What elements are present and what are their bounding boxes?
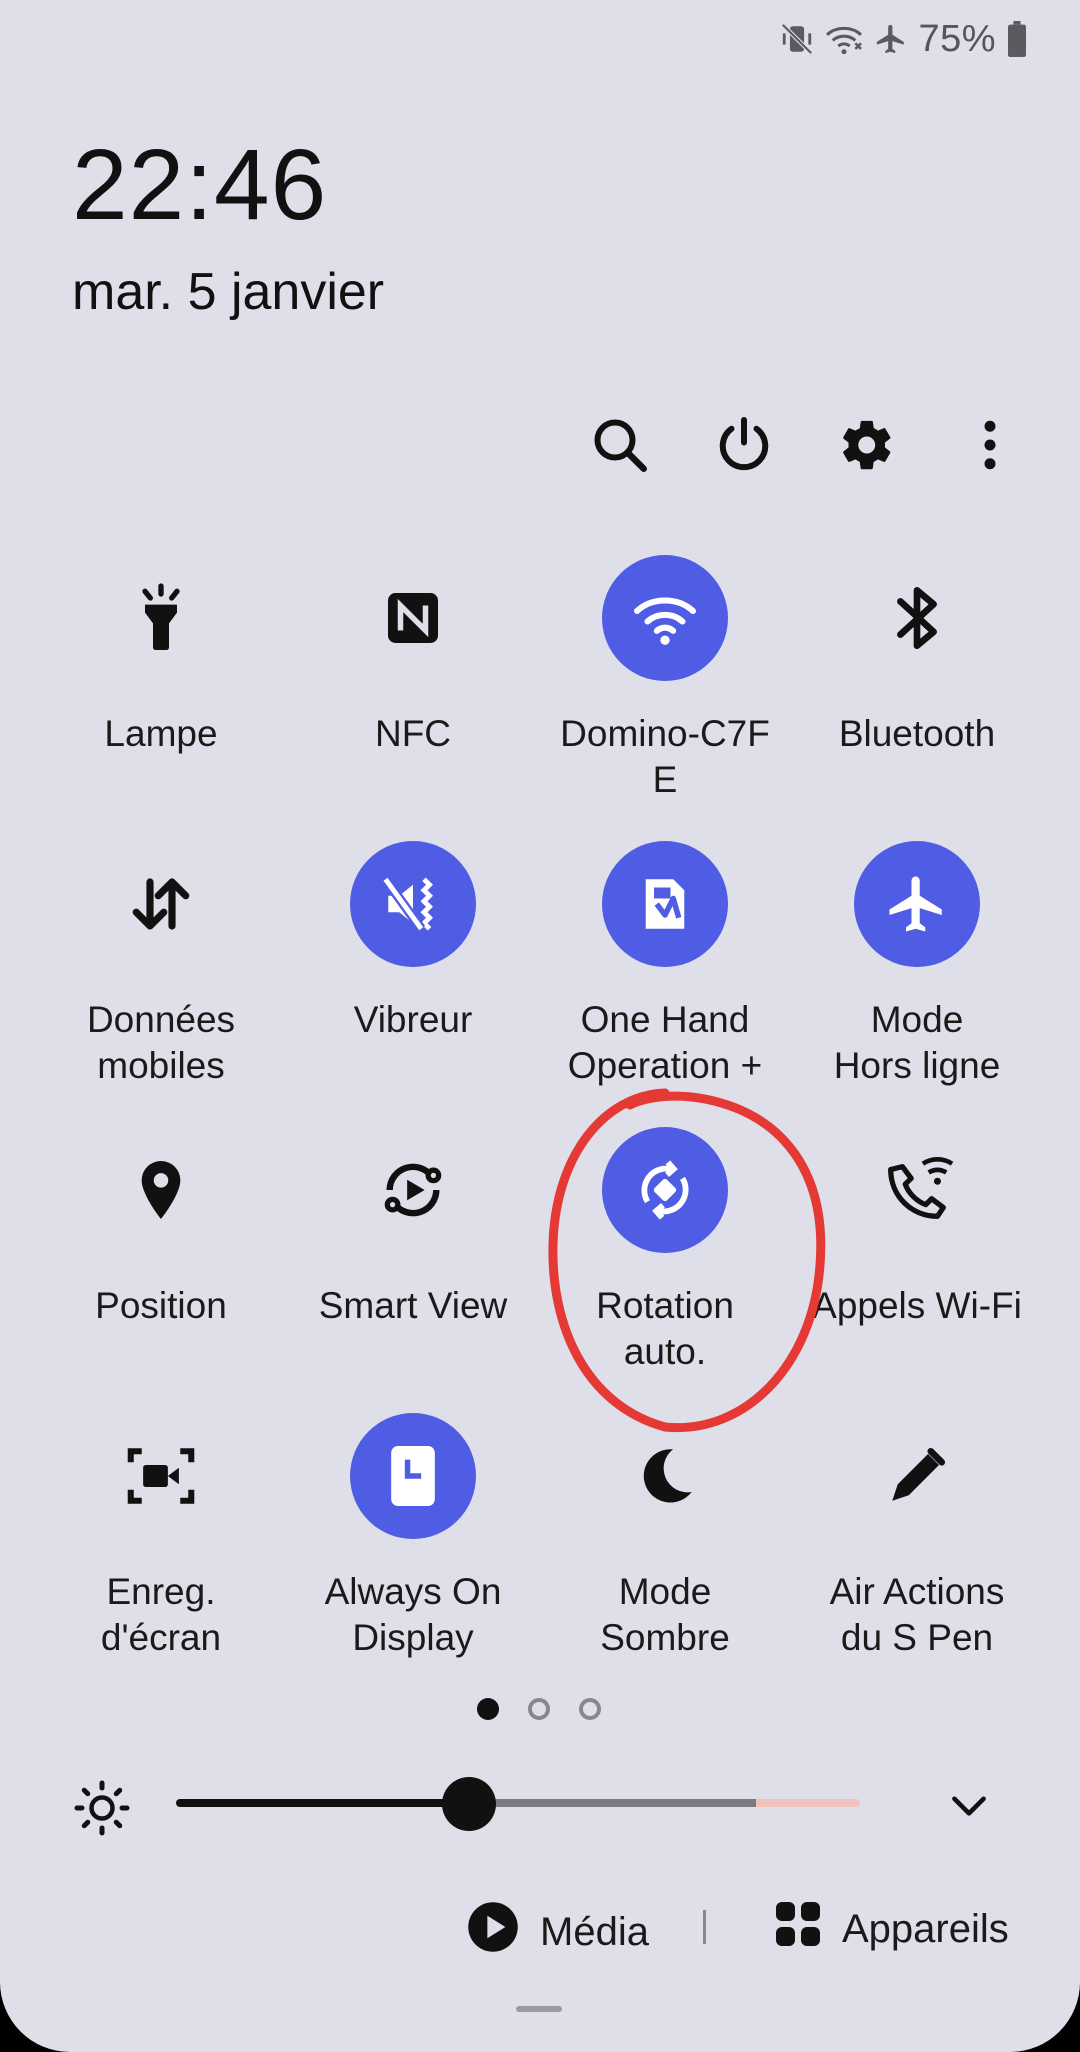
tile-mode-sombre[interactable]: Mode Sombre xyxy=(540,1413,790,1661)
tile-rotation-auto[interactable]: Rotation auto. xyxy=(540,1127,790,1375)
vibrate-icon xyxy=(350,841,476,967)
bottom-links: Média Appareils xyxy=(0,1898,1080,1958)
brightness-control xyxy=(0,1772,1080,1836)
clock-time: 22:46 xyxy=(72,129,328,241)
clock-date: mar. 5 janvier xyxy=(72,263,385,321)
nfc-icon xyxy=(350,555,476,681)
tile-lampe[interactable]: Lampe xyxy=(36,555,286,757)
battery-icon xyxy=(1006,21,1028,57)
vibrate-mute-icon xyxy=(780,22,814,56)
tile-enreg-ecran[interactable]: Enreg. d'écran xyxy=(36,1413,286,1661)
mobile-data-icon xyxy=(98,841,224,967)
chevron-down-icon[interactable] xyxy=(944,1780,994,1835)
one-hand-icon xyxy=(602,841,728,967)
devices-label: Appareils xyxy=(842,1906,1009,1951)
brightness-track-empty xyxy=(468,1799,756,1807)
flashlight-icon xyxy=(98,555,224,681)
tile-label: Mode Hors ligne xyxy=(833,999,1001,1086)
tile-label: Données mobiles xyxy=(86,999,236,1086)
tile-nfc[interactable]: NFC xyxy=(288,555,538,757)
airplane-icon xyxy=(874,22,908,56)
brightness-thumb[interactable] xyxy=(442,1777,496,1831)
more-vert-icon[interactable] xyxy=(955,410,1025,480)
airplane-icon xyxy=(854,841,980,967)
tile-one-hand-operation[interactable]: One Hand Operation + xyxy=(540,841,790,1089)
wifi-call-icon xyxy=(854,1127,980,1253)
battery-percent: 75% xyxy=(918,17,996,60)
tile-label: Appels Wi-Fi xyxy=(812,1285,1022,1326)
quick-settings-panel: 75% 22:46 mar. 5 janvier Lampe NFC Domin… xyxy=(0,0,1080,2052)
tile-label: Air Actions du S Pen xyxy=(829,1571,1005,1658)
status-bar: 75% xyxy=(780,14,1028,64)
brightness-track-filled xyxy=(176,1799,468,1807)
tile-wifi[interactable]: Domino-C7F E xyxy=(540,555,790,803)
media-label: Média xyxy=(540,1909,649,1954)
moon-icon xyxy=(602,1413,728,1539)
page-dot-1[interactable] xyxy=(477,1698,499,1720)
tile-smart-view[interactable]: Smart View xyxy=(288,1127,538,1329)
always-on-display-icon xyxy=(350,1413,476,1539)
tile-label: Domino-C7F E xyxy=(560,713,770,800)
tile-position[interactable]: Position xyxy=(36,1127,286,1329)
media-button[interactable]: Média xyxy=(466,1900,649,1964)
tile-label: One Hand Operation + xyxy=(567,999,763,1086)
tile-label: Vibreur xyxy=(353,999,473,1040)
tile-label: NFC xyxy=(374,713,452,754)
tile-donnees-mobiles[interactable]: Données mobiles xyxy=(36,841,286,1089)
tile-label: Mode Sombre xyxy=(600,1571,730,1658)
pen-icon xyxy=(854,1413,980,1539)
tile-vibreur[interactable]: Vibreur xyxy=(288,841,538,1043)
wifi-icon xyxy=(602,555,728,681)
tile-label: Position xyxy=(95,1285,227,1326)
tile-label: Lampe xyxy=(104,713,218,754)
drag-handle[interactable] xyxy=(516,2006,562,2012)
tile-label: Bluetooth xyxy=(838,713,996,754)
tile-bluetooth[interactable]: Bluetooth xyxy=(792,555,1042,757)
tile-appels-wifi[interactable]: Appels Wi-Fi xyxy=(792,1127,1042,1329)
wifi-calling-icon xyxy=(824,22,864,56)
tile-label: Always On Display xyxy=(324,1571,502,1658)
panel-actions xyxy=(0,410,1080,480)
sun-icon xyxy=(72,1778,132,1843)
brightness-track-extra xyxy=(756,1799,860,1807)
screen-record-icon xyxy=(98,1413,224,1539)
tile-air-actions[interactable]: Air Actions du S Pen xyxy=(792,1413,1042,1661)
page-dot-3[interactable] xyxy=(579,1698,601,1720)
tile-label: Smart View xyxy=(318,1285,508,1326)
page-dot-2[interactable] xyxy=(528,1698,550,1720)
smart-view-icon xyxy=(350,1127,476,1253)
divider xyxy=(703,1910,706,1944)
page-indicator xyxy=(0,1698,1080,1724)
devices-grid-icon xyxy=(774,1900,822,1958)
tile-always-on-display[interactable]: Always On Display xyxy=(288,1413,538,1661)
location-icon xyxy=(98,1127,224,1253)
devices-button[interactable]: Appareils xyxy=(774,1900,1009,1958)
tile-label: Enreg. d'écran xyxy=(100,1571,222,1658)
search-icon[interactable] xyxy=(585,410,655,480)
power-icon[interactable] xyxy=(709,410,779,480)
auto-rotate-icon xyxy=(602,1127,728,1253)
gear-icon[interactable] xyxy=(832,410,902,480)
play-icon xyxy=(466,1900,520,1964)
tile-mode-hors-ligne[interactable]: Mode Hors ligne xyxy=(792,841,1042,1089)
bluetooth-icon xyxy=(854,555,980,681)
tile-label: Rotation auto. xyxy=(596,1285,734,1372)
